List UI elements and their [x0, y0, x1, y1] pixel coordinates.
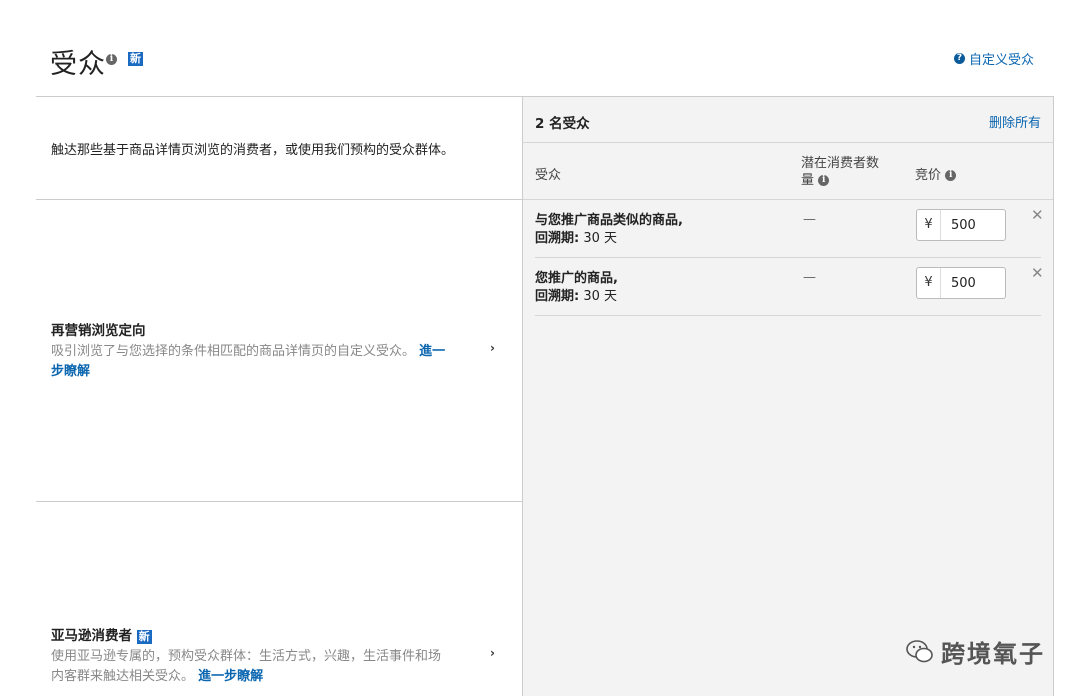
remove-all-link[interactable]: 删除所有	[989, 112, 1041, 131]
audience-count: 2 名受众	[535, 116, 590, 132]
lookback-label: 回溯期:	[535, 231, 580, 246]
lookback-value: 30 天	[583, 289, 618, 304]
column-headers: 受众 潜在消费者数 量 i 竞价 i	[523, 143, 1053, 200]
bid-input[interactable]	[941, 217, 1001, 233]
amazon-title-row: 亚马逊消费者 新	[51, 624, 481, 644]
custom-audience-link[interactable]: ? 自定义受众	[953, 49, 1034, 68]
lookback-label: 回溯期:	[535, 289, 580, 304]
remarketing-learn-more-link[interactable]: 進一	[419, 344, 445, 359]
page-title: 受众	[50, 49, 106, 80]
amazon-desc-line1: 使用亚马逊专属的，预构受众群体：生活方式，兴趣，生活事件和场	[51, 649, 442, 664]
help-icon: ?	[953, 53, 965, 64]
audience-name: 与您推广商品类似的商品, 回溯期: 30 天	[535, 212, 683, 248]
chevron-right-icon[interactable]: ›	[490, 646, 495, 660]
custom-audience-label: 自定义受众	[968, 53, 1034, 68]
table-row: 与您推广商品类似的商品, 回溯期: 30 天 — ¥ ✕	[535, 200, 1044, 258]
info-icon[interactable]: i	[945, 170, 957, 181]
watermark-text: 跨境氧子	[941, 640, 1045, 668]
audience-name-text: 与您推广商品类似的商品,	[535, 213, 683, 228]
remarketing-desc-text: 吸引浏览了与您选择的条件相匹配的商品详情页的自定义受众。	[51, 344, 416, 359]
column-audience: 受众	[535, 168, 562, 183]
column-reach-line1: 潜在消费者数	[801, 156, 880, 171]
bid-input[interactable]	[941, 275, 1001, 291]
intro-row: 触达那些基于商品详情页浏览的消费者，或使用我们预构的受众群体。	[36, 97, 523, 200]
wechat-icon	[906, 639, 933, 662]
column-bid-label: 竞价	[915, 168, 942, 183]
bid-input-group[interactable]: ¥	[916, 267, 1006, 299]
close-icon[interactable]: ✕	[1031, 206, 1044, 224]
column-reach: 潜在消费者数 量 i	[801, 155, 901, 189]
bid-input-group[interactable]: ¥	[916, 209, 1006, 241]
remarketing-learn-more-link-cont[interactable]: 步瞭解	[51, 364, 90, 379]
remarketing-title: 再营销浏览定向	[51, 323, 146, 339]
column-bid: 竞价 i	[915, 164, 957, 183]
new-badge: 新	[128, 52, 143, 66]
reach-value: —	[803, 270, 816, 285]
table-row: 您推广的商品, 回溯期: 30 天 — ¥ ✕	[535, 258, 1044, 316]
intro-text: 触达那些基于商品详情页浏览的消费者，或使用我们预构的受众群体。	[51, 143, 455, 158]
column-reach-line2: 量	[801, 173, 815, 188]
remarketing-option[interactable]: 再营销浏览定向 吸引浏览了与您选择的条件相匹配的商品详情页的自定义受众。 進一 …	[36, 200, 523, 502]
chevron-right-icon[interactable]: ›	[490, 341, 495, 355]
amazon-title: 亚马逊消费者	[51, 628, 132, 644]
amazon-desc-line2: 内客群来触达相关受众。	[51, 669, 195, 684]
currency-symbol: ¥	[917, 268, 941, 298]
audience-name-text: 您推广的商品,	[535, 271, 618, 286]
selected-audiences-panel: 2 名受众 删除所有 受众 潜在消费者数 量 i 竞价 i 与您推广商品类似的商…	[522, 96, 1054, 696]
audience-name: 您推广的商品, 回溯期: 30 天	[535, 270, 618, 306]
remarketing-desc: 吸引浏览了与您选择的条件相匹配的商品详情页的自定义受众。 進一 步瞭解	[51, 342, 481, 382]
amazon-learn-more-link[interactable]: 進一步瞭解	[198, 669, 263, 684]
reach-value: —	[803, 212, 816, 227]
currency-symbol: ¥	[917, 210, 941, 240]
watermark: 跨境氧子	[905, 634, 1045, 669]
amazon-consumers-option[interactable]: 亚马逊消费者 新 使用亚马逊专属的，预构受众群体：生活方式，兴趣，生活事件和场 …	[36, 502, 523, 696]
new-badge: 新	[136, 630, 152, 644]
info-icon[interactable]: i	[106, 54, 117, 65]
selected-header: 2 名受众 删除所有	[523, 97, 1053, 143]
lookback-value: 30 天	[583, 231, 618, 246]
audience-options-panel: 触达那些基于商品详情页浏览的消费者，或使用我们预构的受众群体。 再营销浏览定向 …	[36, 96, 523, 696]
close-icon[interactable]: ✕	[1031, 264, 1044, 282]
info-icon[interactable]: i	[818, 175, 830, 186]
amazon-desc: 使用亚马逊专属的，预构受众群体：生活方式，兴趣，生活事件和场 内客群来触达相关受…	[51, 647, 481, 687]
